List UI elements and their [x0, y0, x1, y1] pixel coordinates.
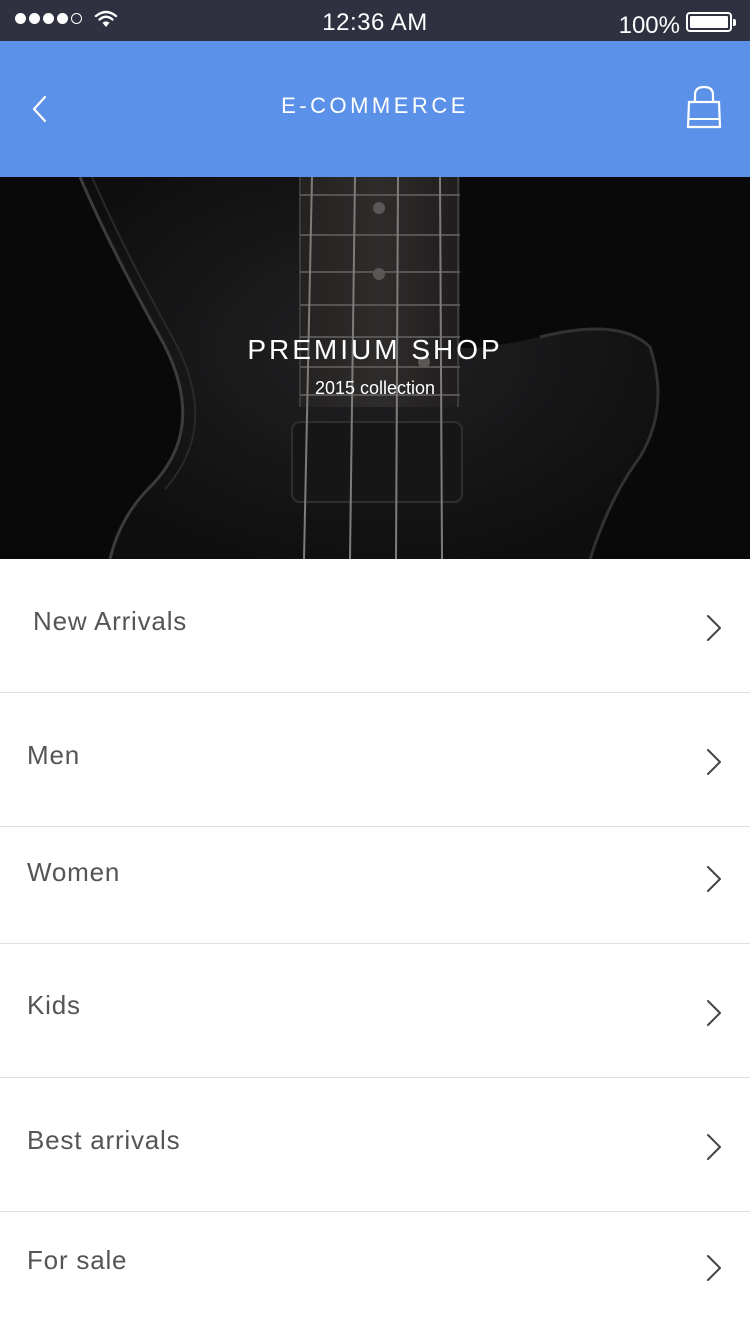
hero-subtitle: 2015 collection [314, 378, 436, 398]
chevron-right-icon [707, 749, 721, 775]
menu-item-label: Women [27, 857, 121, 887]
menu-item-label: New Arrivals [33, 606, 188, 636]
chevron-right-icon [707, 1000, 721, 1026]
menu-item-kids[interactable]: Kids [0, 944, 750, 1078]
shopping-bag-icon [686, 85, 722, 129]
category-list: New Arrivals Men Women Kids Best arrival… [0, 559, 750, 1334]
menu-item-for-sale[interactable]: For sale [0, 1212, 750, 1334]
chevron-right-icon [707, 615, 721, 641]
battery-icon [686, 12, 736, 32]
navigation-bar: E-COMMERCE [0, 41, 750, 177]
menu-item-new-arrivals[interactable]: New Arrivals [0, 559, 750, 693]
chevron-right-icon [707, 1134, 721, 1160]
menu-item-label: Kids [27, 990, 81, 1020]
battery-percentage: 100% [618, 12, 680, 39]
menu-item-women[interactable]: Women [0, 827, 750, 944]
chevron-right-icon [707, 1255, 721, 1281]
status-bar: 12:36 AM 100% [0, 0, 750, 41]
chevron-right-icon [707, 866, 721, 892]
menu-item-label: Men [27, 740, 80, 770]
menu-item-label: For sale [27, 1245, 128, 1275]
page-title: E-COMMERCE [281, 93, 469, 118]
hero-title: PREMIUM SHOP [247, 334, 503, 365]
menu-item-men[interactable]: Men [0, 693, 750, 827]
cart-button[interactable] [684, 85, 724, 131]
menu-item-best-arrivals[interactable]: Best arrivals [0, 1078, 750, 1212]
menu-item-label: Best arrivals [27, 1125, 181, 1155]
bass-guitar-image [0, 177, 750, 559]
hero-banner[interactable]: PREMIUM SHOP 2015 collection [0, 177, 750, 559]
